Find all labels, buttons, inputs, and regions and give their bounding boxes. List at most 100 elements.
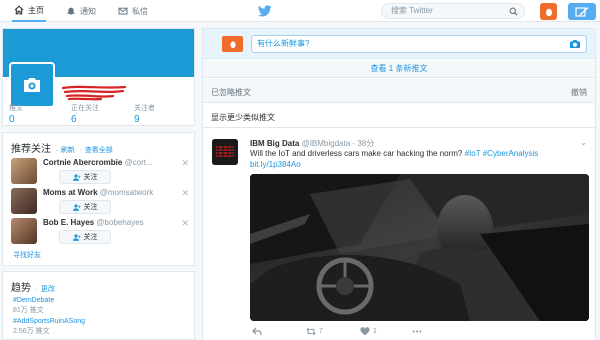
stat-label: 正在关注 xyxy=(71,105,99,112)
compose-input[interactable]: 有什么新鲜事? xyxy=(251,35,587,53)
more-button[interactable] xyxy=(412,327,422,336)
suggestion-name-line[interactable]: Moms at Work @momsatwork xyxy=(43,188,153,197)
suggestion-item: Moms at Work @momsatwork ✕ 关注 xyxy=(11,188,193,216)
suggestion-name-line[interactable]: Cortnie Abercrombie @cort... xyxy=(43,158,153,167)
tweet-author-name[interactable]: IBM Big Data xyxy=(250,139,299,148)
profile-avatar[interactable] xyxy=(9,62,55,108)
timeline-column: 有什么新鲜事? 查看 1 条新推文 已忽略推文 撤销 显示更少类似推文 IBM … xyxy=(202,28,596,340)
bell-icon xyxy=(67,7,75,15)
follow-label: 关注 xyxy=(83,174,98,181)
egg-avatar-icon xyxy=(545,8,552,16)
heart-icon xyxy=(360,327,370,336)
nav-notifications[interactable]: 通知 xyxy=(66,0,96,22)
egg-avatar-icon xyxy=(229,40,236,48)
ibm-big-data-logo xyxy=(212,139,238,165)
avatar[interactable] xyxy=(11,158,37,184)
refresh-link[interactable]: 刷新 xyxy=(61,147,75,154)
stat-tweets[interactable]: 推文 0 xyxy=(9,103,23,125)
nav-home-label: 主页 xyxy=(28,5,44,15)
stat-followers[interactable]: 关注者 9 xyxy=(134,103,155,125)
tweet-image[interactable] xyxy=(250,174,589,321)
suggestion-handle: @bobehayes xyxy=(96,218,144,227)
dismiss-icon[interactable]: ✕ xyxy=(181,158,189,169)
compose-tweet-button[interactable] xyxy=(568,3,596,20)
nav-notifications-label: 通知 xyxy=(80,6,96,16)
suggestion-handle: @cort... xyxy=(124,158,153,167)
avatar[interactable] xyxy=(212,139,238,165)
tweet-body: Will the IoT and driverless cars make ca… xyxy=(250,149,463,158)
follow-button[interactable]: 关注 xyxy=(59,170,111,184)
stat-label: 推文 xyxy=(9,105,23,112)
like-button[interactable]: 1 xyxy=(360,327,377,336)
profile-card: 推文 0 正在关注 6 关注者 9 xyxy=(2,28,195,126)
stat-label: 关注者 xyxy=(134,105,155,112)
reply-icon xyxy=(252,327,262,336)
camera-icon[interactable] xyxy=(569,39,581,49)
tweet-hashtags[interactable]: #IoT #CyberAnalysis xyxy=(465,149,539,158)
show-less-option[interactable]: 显示更少类似推文 xyxy=(203,104,595,128)
twitter-bird-icon[interactable] xyxy=(258,4,272,18)
dismiss-icon[interactable]: ✕ xyxy=(181,188,189,199)
trend-count: 81万 推文 xyxy=(13,307,44,314)
nav-messages-label: 私信 xyxy=(132,6,148,16)
find-friends-link[interactable]: 寻找好友 xyxy=(13,250,41,260)
separator-dot: · xyxy=(55,147,59,154)
change-trends-link[interactable]: 更改 xyxy=(41,286,55,293)
suggestion-name: Bob E. Hayes xyxy=(43,218,95,227)
retweet-icon xyxy=(306,327,316,336)
view-all-link[interactable]: 查看全部 xyxy=(85,147,113,154)
retweet-count: 7 xyxy=(319,328,323,335)
add-user-icon xyxy=(72,233,81,241)
trend-item[interactable]: #DemDebate 81万 推文 xyxy=(13,297,54,315)
top-navigation-bar: 主页 通知 私信 搜索 Twitter xyxy=(0,0,600,22)
trend-item[interactable]: #AddSportsRuinASong 2.56万 推文 xyxy=(13,318,85,336)
follow-label: 关注 xyxy=(83,234,98,241)
tweet[interactable]: IBM Big Data @IBMbigdata · 38分 ⌄ Will th… xyxy=(203,129,595,340)
tweet-link[interactable]: bit.ly/1p384Ao xyxy=(250,160,301,169)
trends-card: 趋势 · 更改 #DemDebate 81万 推文 #AddSportsRuin… xyxy=(2,271,195,340)
stat-following[interactable]: 正在关注 6 xyxy=(71,103,99,125)
who-to-follow-title: 推荐关注 xyxy=(11,144,51,155)
search-placeholder: 搜索 Twitter xyxy=(391,6,433,15)
trends-title: 趋势 xyxy=(11,283,31,294)
follow-button[interactable]: 关注 xyxy=(59,230,111,244)
avatar[interactable] xyxy=(11,188,37,214)
retweet-button[interactable]: 7 xyxy=(306,327,323,336)
stat-value: 0 xyxy=(9,114,15,125)
undo-button[interactable]: 撤销 xyxy=(571,87,587,98)
nav-messages[interactable]: 私信 xyxy=(118,0,148,22)
who-to-follow-header: 推荐关注 · 刷新 · 查看全部 xyxy=(11,140,113,155)
tweet-author-handle[interactable]: @IBMbigdata xyxy=(302,139,351,148)
suggestion-name: Moms at Work xyxy=(43,188,98,197)
redacted-name-scribble xyxy=(61,85,127,101)
who-to-follow-card: 推荐关注 · 刷新 · 查看全部 Cortnie Abercrombie @co… xyxy=(2,132,195,266)
avatar[interactable] xyxy=(11,218,37,244)
envelope-icon xyxy=(118,7,128,15)
reply-button[interactable] xyxy=(252,327,262,336)
home-icon xyxy=(14,5,24,15)
stat-value: 9 xyxy=(134,114,140,125)
suggestion-item: Bob E. Hayes @bobehayes ✕ 关注 xyxy=(11,218,193,246)
driverless-car-photo xyxy=(250,174,589,321)
add-user-icon xyxy=(72,203,81,211)
trend-tag: #DemDebate xyxy=(13,297,55,304)
quill-icon xyxy=(575,6,589,17)
suggestion-name-line[interactable]: Bob E. Hayes @bobehayes xyxy=(43,218,144,227)
chevron-down-icon[interactable]: ⌄ xyxy=(580,138,587,147)
new-tweets-bar[interactable]: 查看 1 条新推文 xyxy=(203,60,595,78)
follow-button[interactable]: 关注 xyxy=(59,200,111,214)
search-icon[interactable] xyxy=(509,7,518,16)
user-avatar-menu[interactable] xyxy=(540,3,557,20)
nav-home[interactable]: 主页 xyxy=(12,0,46,22)
tweet-actions: 7 1 xyxy=(250,327,450,339)
tweet-timestamp[interactable]: 38分 xyxy=(357,139,374,148)
search-input[interactable]: 搜索 Twitter xyxy=(381,3,525,19)
suggestion-item: Cortnie Abercrombie @cort... ✕ 关注 xyxy=(11,158,193,186)
trend-count: 2.56万 推文 xyxy=(13,328,50,335)
separator-dot: · xyxy=(35,286,39,293)
compose-placeholder: 有什么新鲜事? xyxy=(257,39,310,48)
more-dots-icon xyxy=(412,330,422,333)
muted-tweet-notice: 已忽略推文 撤销 xyxy=(203,79,595,103)
separator-dot: · xyxy=(79,147,83,154)
dismiss-icon[interactable]: ✕ xyxy=(181,218,189,229)
